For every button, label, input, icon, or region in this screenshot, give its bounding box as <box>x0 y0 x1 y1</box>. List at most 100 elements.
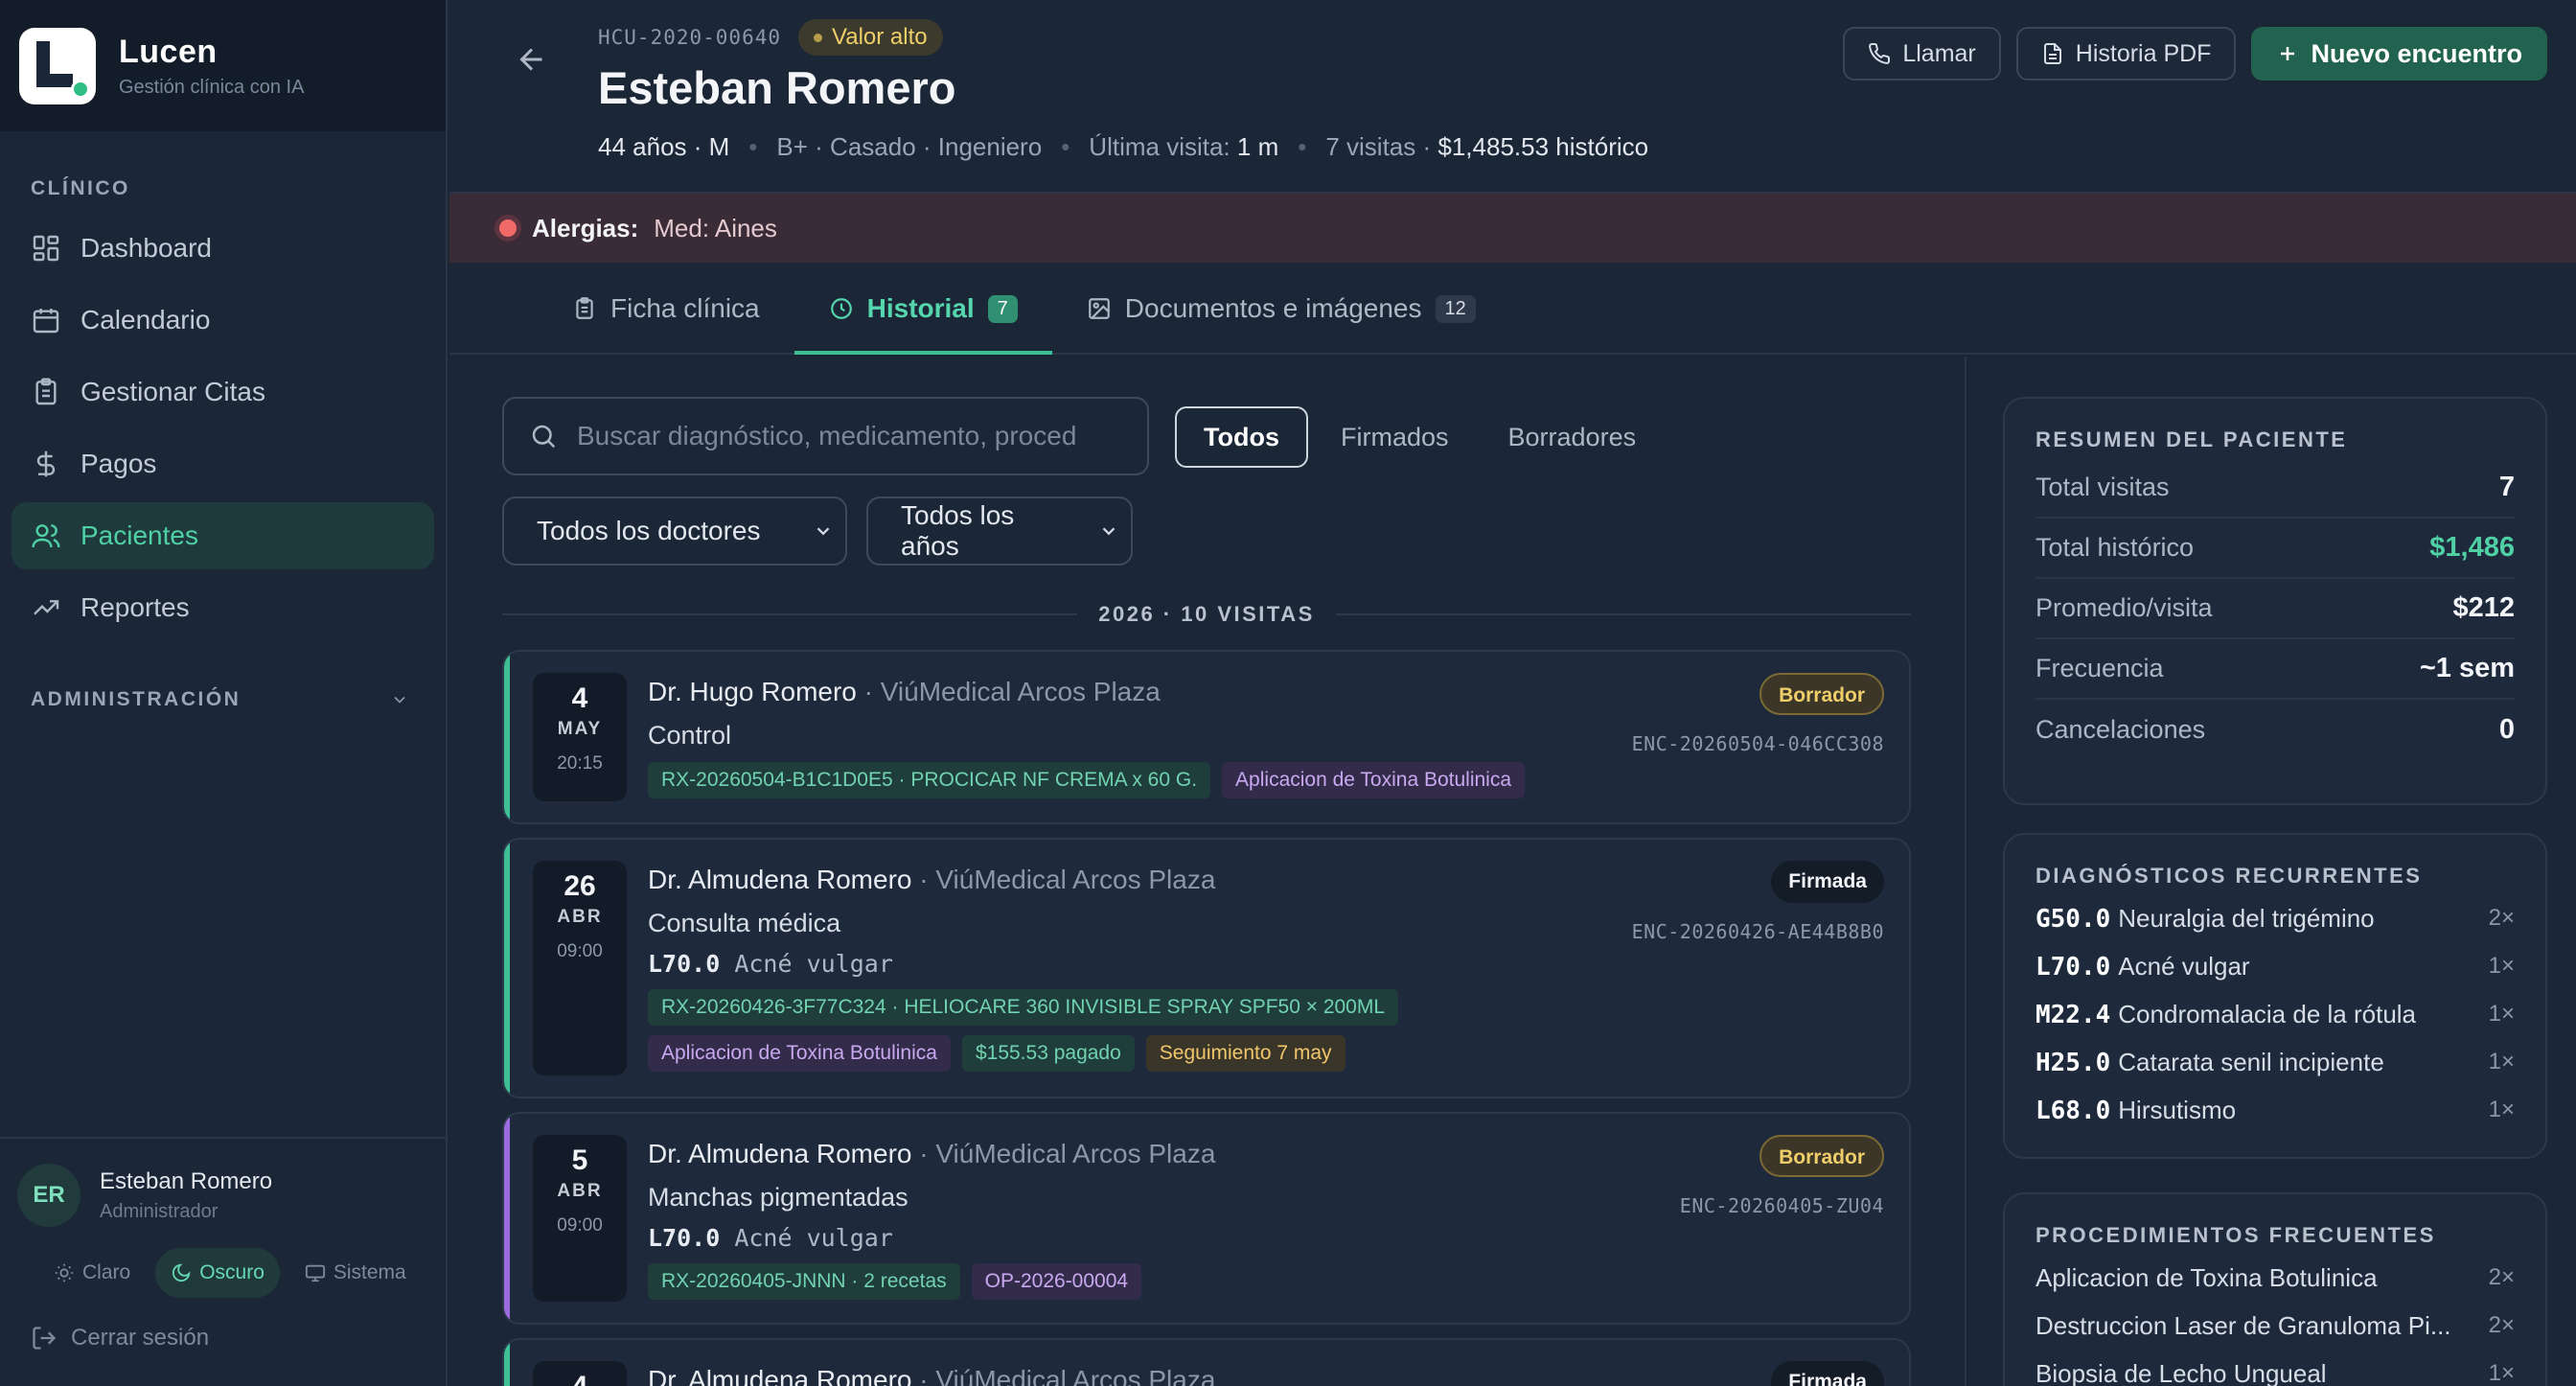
visit-diagnosis: L70.0 Acné vulgar <box>648 950 1884 978</box>
pdf-button[interactable]: Historia PDF <box>2015 27 2237 81</box>
visit-card[interactable]: 4 Dr. Almudena Romero · ViúMedical Arcos… <box>502 1338 1911 1386</box>
dx-text: Acné vulgar <box>2118 951 2250 981</box>
procedure-chip[interactable]: Aplicacion de Toxina Botulinica <box>1222 762 1526 798</box>
doctor-select[interactable]: Todos los doctores <box>502 497 847 566</box>
procedure-name: Biopsia de Lecho Ungueal <box>2036 1358 2327 1386</box>
visit-month: ABR <box>557 1181 603 1201</box>
dx-code: M22.4 <box>2036 1000 2111 1029</box>
monitor-icon <box>305 1262 326 1283</box>
visit-card[interactable]: 4 MAY 20:15 Dr. Hugo Romero · ViúMedical… <box>502 650 1911 824</box>
visit-date: 5 ABR 09:00 <box>533 1135 627 1302</box>
list-item[interactable]: L70.0 Acné vulgar 1× <box>2036 942 2515 990</box>
user-profile[interactable]: ER Esteban Romero Administrador <box>17 1164 428 1227</box>
list-item[interactable]: M22.4 Condromalacia de la rótula 1× <box>2036 990 2515 1038</box>
sidebar-item-label: Pacientes <box>80 520 198 550</box>
card-title: DIAGNÓSTICOS RECURRENTES <box>2036 864 2423 888</box>
patient-mrn: HCU-2020-00640 <box>598 26 782 49</box>
dx-count: 1× <box>2488 1049 2515 1074</box>
visits-count: 7 visitas · <box>1325 132 1432 161</box>
theme-dark-button[interactable]: Oscuro <box>155 1248 280 1298</box>
stat-label: Total histórico <box>2036 533 2195 562</box>
list-item[interactable]: Destruccion Laser de Granuloma Pi... 2× <box>2036 1302 2515 1350</box>
sidebar-footer: ER Esteban Romero Administrador Claro Os… <box>0 1137 446 1386</box>
followup-chip[interactable]: Seguimiento 7 may <box>1145 1035 1346 1072</box>
procedure-chip[interactable]: Aplicacion de Toxina Botulinica <box>648 1035 951 1072</box>
user-role: Administrador <box>100 1200 218 1222</box>
theme-light-button[interactable]: Claro <box>38 1248 146 1298</box>
visit-card[interactable]: 5 ABR 09:00 Dr. Almudena Romero · ViúMed… <box>502 1112 1911 1325</box>
sidebar-item-gestionar-citas[interactable]: Gestionar Citas <box>12 358 434 426</box>
sidebar-item-pacientes[interactable]: Pacientes <box>12 502 434 569</box>
nav-section-admin[interactable]: ADMINISTRACIÓN <box>0 646 446 711</box>
prescription-chip[interactable]: RX-20260504-B1C1D0E5 · PROCICAR NF CREMA… <box>648 762 1211 798</box>
tab-label: Ficha clínica <box>610 293 760 323</box>
tab-ficha-clinica[interactable]: Ficha clínica <box>538 265 794 353</box>
filter-todos-button[interactable]: Todos <box>1175 406 1308 468</box>
visit-date: 4 MAY 20:15 <box>533 673 627 801</box>
patient-summary-card: RESUMEN DEL PACIENTE Total visitas 7 Tota… <box>2003 397 2547 805</box>
filter-borradores-button[interactable]: Borradores <box>1482 406 1664 468</box>
visit-time: 09:00 <box>557 1215 603 1236</box>
pdf-button-label: Historia PDF <box>2075 39 2212 67</box>
visit-diagnosis: L70.0 Acné vulgar <box>648 1224 1884 1252</box>
logout-icon <box>31 1325 58 1351</box>
logout-button[interactable]: Cerrar sesión <box>31 1325 428 1351</box>
status-badge: Borrador <box>1760 1135 1884 1177</box>
procedure-chip[interactable]: OP-2026-00004 <box>971 1263 1142 1300</box>
visit-doctor: Dr. Hugo Romero · ViúMedical Arcos Plaza <box>648 677 1884 707</box>
back-button[interactable] <box>515 42 549 77</box>
search-icon <box>529 422 558 450</box>
year-select-value: Todos los años <box>901 500 1015 561</box>
sidebar-item-calendario[interactable]: Calendario <box>12 287 434 354</box>
allergy-label: Alergias: <box>532 213 639 243</box>
list-item[interactable]: G50.0 Neuralgia del trigémino 2× <box>2036 894 2515 942</box>
theme-system-button[interactable]: Sistema <box>289 1248 422 1298</box>
dx-text: Neuralgia del trigémino <box>2118 903 2375 933</box>
theme-switcher: Claro Oscuro Sistema <box>38 1248 428 1298</box>
search-input[interactable] <box>577 421 1142 451</box>
logout-label: Cerrar sesión <box>71 1325 210 1351</box>
list-item[interactable]: Biopsia de Lecho Ungueal 1× <box>2036 1350 2515 1386</box>
filter-firmados-button[interactable]: Firmados <box>1314 406 1476 468</box>
recurrent-diagnoses-card: DIAGNÓSTICOS RECURRENTES G50.0 Neuralgia … <box>2003 833 2547 1159</box>
tab-documentos[interactable]: Documentos e imágenes 12 <box>1052 265 1510 353</box>
dx-text: Catarata senil incipiente <box>2118 1047 2384 1076</box>
new-encounter-button[interactable]: Nuevo encuentro <box>2251 27 2547 81</box>
search-box <box>502 397 1149 475</box>
last-visit-label: Última visita: <box>1089 132 1230 161</box>
visit-day: 26 <box>564 870 596 902</box>
historic-total: $1,485.53 histórico <box>1438 132 1649 161</box>
sidebar-item-reportes[interactable]: Reportes <box>12 574 434 641</box>
visits-summary: 7 visitas · $1,485.53 histórico <box>1325 132 1648 162</box>
visit-day: 4 <box>571 682 588 714</box>
dx-text: Condromalacia de la rótula <box>2118 999 2417 1028</box>
brand-name: Lucen <box>119 33 218 70</box>
list-item[interactable]: L68.0 Hirsutismo 1× <box>2036 1086 2515 1134</box>
stat-label: Frecuencia <box>2036 654 2164 682</box>
tab-historial[interactable]: Historial 7 <box>794 265 1052 355</box>
visit-card[interactable]: 26 ABR 09:00 Dr. Almudena Romero · ViúMe… <box>502 838 1911 1098</box>
list-item[interactable]: H25.0 Catarata senil incipiente 1× <box>2036 1038 2515 1086</box>
visit-day: 4 <box>533 1371 627 1386</box>
doctor-name: Dr. Almudena Romero <box>648 1139 912 1168</box>
year-select[interactable]: Todos los años <box>866 497 1133 566</box>
patient-details: B+ · Casado · Ingeniero <box>776 132 1043 161</box>
sidebar-item-label: Dashboard <box>80 233 212 263</box>
nav-section-clinico: CLÍNICO <box>31 177 130 199</box>
call-button-label: Llamar <box>1902 39 1976 67</box>
sidebar-item-dashboard[interactable]: Dashboard <box>12 215 434 282</box>
call-button[interactable]: Llamar <box>1843 27 2001 81</box>
chevron-down-icon <box>813 520 834 542</box>
sidebar-item-pagos[interactable]: Pagos <box>12 430 434 497</box>
calendar-icon <box>31 305 61 335</box>
tab-label: Documentos e imágenes <box>1124 293 1422 323</box>
list-item[interactable]: Aplicacion de Toxina Botulinica 2× <box>2036 1254 2515 1302</box>
stat-row: Promedio/visita $212 <box>2036 579 2515 639</box>
visit-doctor: Dr. Almudena Romero · ViúMedical Arcos P… <box>648 865 1884 895</box>
tab-bar: Ficha clínica Historial 7 Documentos e i… <box>449 265 2576 355</box>
prescription-chip[interactable]: RX-20260405-JNNN · 2 recetas <box>648 1263 960 1300</box>
prescription-chip[interactable]: RX-20260426-3F77C324 · HELIOCARE 360 INV… <box>648 989 1399 1026</box>
app-logo[interactable] <box>19 27 96 104</box>
payment-chip[interactable]: $155.53 pagado <box>961 1035 1135 1072</box>
status-filter: Todos Firmados Borradores <box>1175 406 1663 468</box>
